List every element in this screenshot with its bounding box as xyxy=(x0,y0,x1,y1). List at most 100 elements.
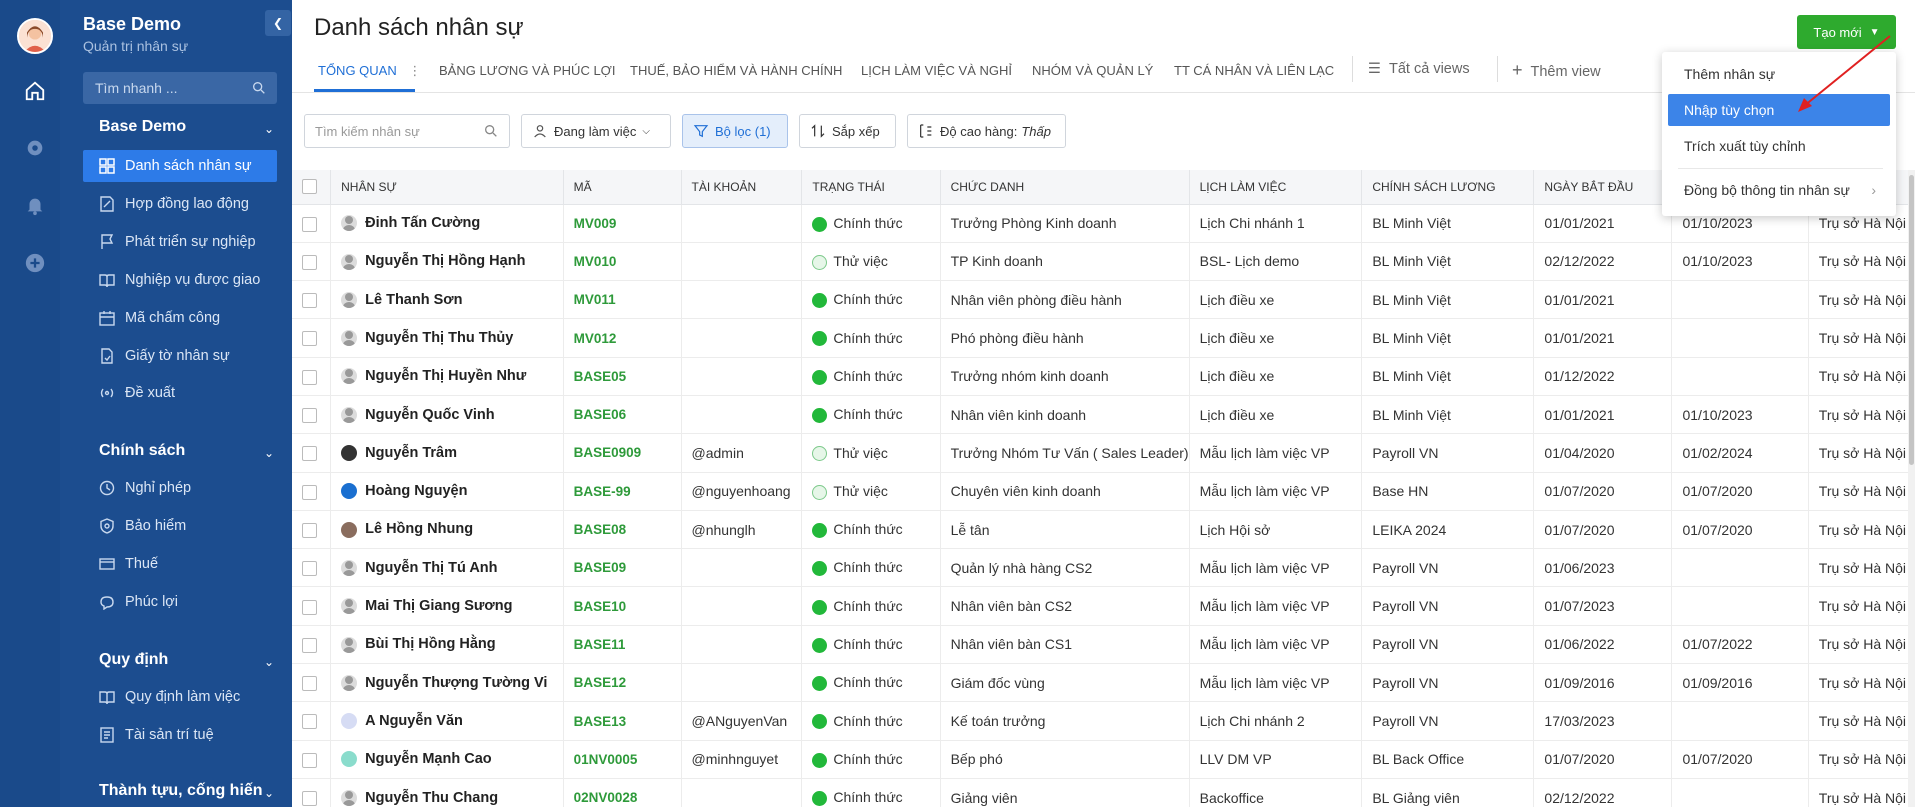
row-checkbox[interactable] xyxy=(302,254,317,270)
employee-name[interactable]: Bùi Thị Hồng Hằng xyxy=(365,636,495,652)
table-row[interactable]: Nguyễn Thị Huyền Như BASE05 Chính thức Trưở… xyxy=(292,357,1915,396)
row-checkbox[interactable] xyxy=(302,676,317,692)
filter-button[interactable]: Bộ lọc (1) xyxy=(682,114,788,148)
row-checkbox[interactable] xyxy=(302,446,317,462)
employee-search-input[interactable]: Tìm kiếm nhân sự xyxy=(304,114,510,148)
section-title-policy[interactable]: Chính sách xyxy=(99,442,185,460)
employee-name[interactable]: A Nguyễn Văn xyxy=(365,713,463,729)
table-row[interactable]: Nguyễn Trâm BASE0909 @admin Thử việc Trưởng … xyxy=(292,433,1915,473)
table-row[interactable]: Hoàng Nguyện BASE-99 @nguyenhoang Thử việc C… xyxy=(292,472,1915,511)
employee-name-cell[interactable]: Bùi Thị Hồng Hằng xyxy=(330,625,564,665)
table-row[interactable]: Nguyễn Thu Chang 02NV0028 Chính thức Giảng … xyxy=(292,778,1915,807)
chevron-down-icon[interactable]: ⌄ xyxy=(264,786,274,800)
row-checkbox[interactable] xyxy=(302,522,317,538)
chevron-down-icon[interactable]: ⌄ xyxy=(264,122,274,136)
employee-name-cell[interactable]: Lê Hồng Nhung xyxy=(330,510,564,550)
sidebar-item-labor-contract[interactable]: Hợp đồng lao động xyxy=(83,188,277,220)
column-header[interactable]: NHÂN SỰ xyxy=(330,170,564,205)
employee-name[interactable]: Mai Thị Giang Sương xyxy=(365,598,512,614)
employee-name-cell[interactable]: Lê Thanh Sơn xyxy=(330,280,564,320)
row-select-cell[interactable] xyxy=(292,586,332,626)
row-select-cell[interactable] xyxy=(292,242,332,282)
row-checkbox[interactable] xyxy=(302,752,317,768)
row-select-cell[interactable] xyxy=(292,663,332,703)
employee-name[interactable]: Lê Hồng Nhung xyxy=(365,521,473,537)
employee-name-cell[interactable]: Nguyễn Thượng Tường Vi xyxy=(330,663,564,703)
table-row[interactable]: Nguyễn Mạnh Cao 01NV0005 @minhnguyet Chính … xyxy=(292,740,1915,779)
employee-name[interactable]: Nguyễn Thu Chang xyxy=(365,790,498,806)
row-checkbox[interactable] xyxy=(302,561,317,577)
tab-groups-management[interactable]: NHÓM VÀ QUẢN LÝ xyxy=(1032,56,1153,92)
row-checkbox[interactable] xyxy=(302,369,317,385)
row-select-cell[interactable] xyxy=(292,778,332,807)
employee-name[interactable]: Nguyễn Thượng Tường Vi xyxy=(365,675,547,691)
chevron-down-icon[interactable]: ⌄ xyxy=(264,446,274,460)
column-header[interactable]: CHÍNH SÁCH LƯƠNG xyxy=(1361,170,1535,205)
employee-name[interactable]: Đinh Tấn Cường xyxy=(365,215,480,231)
employee-name-cell[interactable]: Nguyễn Thị Hồng Hạnh xyxy=(330,242,564,282)
table-row[interactable]: Nguyễn Thượng Tường Vi BASE12 Chính thức Gi… xyxy=(292,663,1915,703)
sidebar-item-employee-list[interactable]: Danh sách nhân sự xyxy=(83,150,277,182)
bell-icon[interactable] xyxy=(22,192,48,218)
employee-name-cell[interactable]: Hoàng Nguyện xyxy=(330,472,564,511)
table-row[interactable]: Nguyễn Thị Tú Anh BASE09 Chính thức Quản lý… xyxy=(292,548,1915,588)
settings-icon[interactable] xyxy=(22,135,48,161)
column-header[interactable]: TÀI KHOẢN xyxy=(681,170,803,205)
sidebar-item-assigned-tasks[interactable]: Nghiệp vụ được giao xyxy=(83,264,277,296)
table-scrollbar-thumb[interactable] xyxy=(1909,175,1914,465)
sidebar-item-personnel-documents[interactable]: Giấy tờ nhân sự xyxy=(83,340,277,372)
sidebar-item-leave[interactable]: Nghỉ phép xyxy=(83,472,277,504)
row-select-cell[interactable] xyxy=(292,472,332,511)
sidebar-item-benefits[interactable]: Phúc lợi xyxy=(83,586,277,618)
employee-name-cell[interactable]: Nguyễn Mạnh Cao xyxy=(330,740,564,779)
tab-payroll-benefits[interactable]: BẢNG LƯƠNG VÀ PHÚC LỢI xyxy=(439,56,615,92)
tab-schedule-leave[interactable]: LỊCH LÀM VIỆC VÀ NGHỈ xyxy=(861,56,1012,92)
menu-item-custom-export[interactable]: Trích xuất tùy chỉnh xyxy=(1668,130,1890,162)
employee-name[interactable]: Nguyễn Quốc Vinh xyxy=(365,407,494,423)
section-title-base-demo[interactable]: Base Demo xyxy=(99,118,186,136)
table-row[interactable]: Nguyễn Thị Thu Thủy MV012 Chính thức Phó ph… xyxy=(292,318,1915,358)
sidebar-item-work-regulations[interactable]: Quy định làm việc xyxy=(83,681,277,713)
sidebar-item-intellectual-property[interactable]: Tài sản trí tuệ xyxy=(83,719,277,751)
select-all-cell[interactable] xyxy=(292,170,332,205)
row-select-cell[interactable] xyxy=(292,395,332,435)
sidebar-item-tax[interactable]: Thuế xyxy=(83,548,277,580)
add-view-button[interactable]: + Thêm view xyxy=(1512,56,1601,92)
employee-name[interactable]: Nguyễn Mạnh Cao xyxy=(365,751,491,767)
sidebar-collapse-button[interactable]: ❮ xyxy=(265,10,291,36)
employee-name-cell[interactable]: Mai Thị Giang Sương xyxy=(330,586,564,626)
column-header[interactable]: NGÀY BẮT ĐẦU xyxy=(1533,170,1673,205)
tab-tax-insurance-admin[interactable]: THUẾ, BẢO HIỂM VÀ HÀNH CHÍNH xyxy=(630,56,842,92)
chevron-down-icon[interactable]: ⌄ xyxy=(264,655,274,669)
table-row[interactable]: Nguyễn Thị Hồng Hạnh MV010 Thử việc TP Kinh… xyxy=(292,242,1915,282)
menu-item-sync-employee-info[interactable]: Đồng bộ thông tin nhân sự › xyxy=(1668,174,1890,206)
employee-name[interactable]: Nguyễn Trâm xyxy=(365,445,457,461)
home-icon[interactable] xyxy=(22,78,48,104)
section-title-achievements[interactable]: Thành tựu, cống hiến xyxy=(99,782,263,800)
employee-name-cell[interactable]: Nguyễn Thị Huyền Như xyxy=(330,357,564,396)
row-checkbox[interactable] xyxy=(302,791,317,806)
row-checkbox[interactable] xyxy=(302,484,317,500)
employee-name-cell[interactable]: Nguyễn Trâm xyxy=(330,433,564,473)
column-header[interactable]: LỊCH LÀM VIỆC xyxy=(1189,170,1363,205)
table-row[interactable]: Lê Hồng Nhung BASE08 @nhunglh Chính thức Lễ … xyxy=(292,510,1915,550)
table-row[interactable]: Nguyễn Quốc Vinh BASE06 Chính thức Nhân viê… xyxy=(292,395,1915,435)
row-select-cell[interactable] xyxy=(292,318,332,358)
row-checkbox[interactable] xyxy=(302,293,317,309)
add-circle-icon[interactable] xyxy=(22,250,48,276)
sidebar-item-proposal[interactable]: Đề xuất xyxy=(83,377,277,409)
status-filter-select[interactable]: Đang làm việc ⌵ xyxy=(521,114,671,148)
more-vertical-icon[interactable]: ⋮ xyxy=(408,63,421,78)
sidebar-item-attendance-code[interactable]: Mã chấm công xyxy=(83,302,277,334)
row-select-cell[interactable] xyxy=(292,740,332,779)
employee-name[interactable]: Nguyễn Thị Thu Thủy xyxy=(365,330,513,346)
column-header[interactable]: MÃ xyxy=(563,170,682,205)
user-avatar[interactable] xyxy=(17,18,53,54)
employee-name-cell[interactable]: Đinh Tấn Cường xyxy=(330,204,564,243)
column-header[interactable]: CHỨC DANH xyxy=(940,170,1190,205)
tab-personal-contact[interactable]: TT CÁ NHÂN VÀ LIÊN LẠC xyxy=(1174,56,1334,92)
table-row[interactable]: Mai Thị Giang Sương BASE10 Chính thức Nhân … xyxy=(292,586,1915,626)
row-select-cell[interactable] xyxy=(292,357,332,396)
employee-name[interactable]: Nguyễn Thị Hồng Hạnh xyxy=(365,253,525,269)
employee-name-cell[interactable]: A Nguyễn Văn xyxy=(330,701,564,741)
